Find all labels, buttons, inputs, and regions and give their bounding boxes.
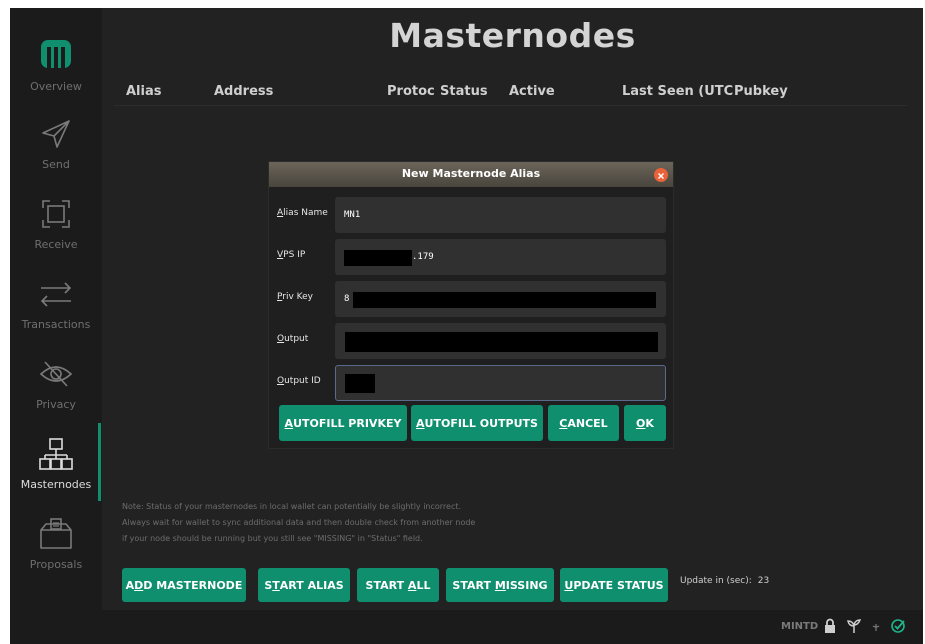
unit-selector[interactable]: MINTD [781, 621, 818, 632]
send-icon [42, 120, 70, 148]
start-missing-button[interactable]: START M ISSING [446, 568, 554, 602]
sidebar-item-send[interactable]: Send [10, 98, 102, 178]
close-button[interactable] [654, 168, 668, 182]
status-bar: MINTD [10, 610, 923, 644]
autofill-privkey-button[interactable]: A UTOFILL PRIVKEY [279, 405, 407, 441]
masternodes-table-header: Alias Address Protoc Status Active Last … [114, 84, 907, 106]
redaction-block [353, 292, 656, 308]
new-masternode-dialog: New Masternode Alias Alias Name MN1 VPS … [268, 161, 674, 449]
alias-name-label: Alias Name [277, 208, 328, 218]
tor-icon [872, 624, 880, 631]
sidebar-item-proposals[interactable]: Proposals [10, 498, 102, 578]
lock-icon[interactable] [822, 618, 838, 634]
receive-icon [42, 200, 70, 228]
update-countdown-value: 23 [757, 576, 770, 586]
note-line: Always wait for wallet to sync additiona… [122, 518, 476, 527]
sidebar-item-label: Proposals [29, 558, 83, 571]
sidebar-item-transactions[interactable]: Transactions [10, 258, 102, 338]
alias-name-field[interactable]: MN1 [335, 197, 666, 233]
redaction-block [344, 250, 412, 266]
sidebar-item-masternodes[interactable]: Masternodes [10, 418, 102, 498]
priv-key-label: Priv Key [277, 292, 313, 302]
wallet-window: Overview Send Receive Transactions Priva… [10, 8, 923, 644]
redaction-block [345, 374, 375, 393]
redaction-block [345, 332, 658, 352]
add-masternode-button[interactable]: ADD MASTERNODE [122, 568, 246, 602]
sidebar-item-privacy[interactable]: Privacy [10, 338, 102, 418]
sidebar-item-label: Transactions [21, 318, 91, 331]
sidebar-item-overview[interactable]: Overview [10, 18, 102, 98]
autofill-outputs-button[interactable]: A UTOFILL OUTPUTS [411, 405, 543, 441]
transactions-icon [40, 282, 72, 307]
column-active[interactable]: Active [509, 84, 555, 99]
synced-check-icon [891, 619, 905, 633]
ok-button[interactable]: OK [624, 405, 666, 441]
sidebar: Overview Send Receive Transactions Priva… [10, 8, 102, 610]
sidebar-item-label: Overview [30, 80, 82, 93]
priv-key-value: 8 [344, 294, 350, 304]
privacy-eye-icon [39, 361, 73, 387]
sidebar-item-label: Send [42, 158, 70, 171]
logo-icon [41, 40, 71, 68]
page-title: Masternodes [389, 16, 636, 55]
close-icon [658, 173, 664, 179]
column-pubkey[interactable]: Pubkey [734, 84, 788, 99]
output-field[interactable] [335, 323, 666, 359]
column-protocol[interactable]: Protoc [387, 84, 435, 99]
output-label: Output [277, 334, 309, 344]
column-last-seen[interactable]: Last Seen (UTC [622, 84, 733, 99]
status-notes: Note: Status of your masternodes in loca… [122, 499, 622, 547]
cancel-button[interactable]: C ANCEL [548, 405, 619, 441]
start-all-button[interactable]: START A LL [357, 568, 439, 602]
sidebar-item-label: Privacy [36, 398, 76, 411]
vps-ip-value: .179 [412, 252, 434, 262]
masternodes-icon [39, 438, 73, 470]
sidebar-item-label: Receive [34, 238, 78, 251]
update-status-button[interactable]: U PDATE STATUS [560, 568, 668, 602]
note-line: if your node should be running but you s… [122, 534, 423, 543]
vps-ip-field[interactable]: .179 [335, 239, 666, 275]
column-alias[interactable]: Alias [126, 84, 161, 99]
dialog-titlebar[interactable]: New Masternode Alias [269, 162, 673, 187]
priv-key-field[interactable]: 8 [335, 281, 666, 317]
sidebar-item-label: Masternodes [20, 478, 92, 491]
vps-ip-label: VPS IP [277, 250, 306, 260]
active-indicator [98, 423, 101, 501]
sidebar-item-receive[interactable]: Receive [10, 178, 102, 258]
alias-name-value: MN1 [344, 210, 361, 220]
proposals-icon [40, 518, 72, 549]
update-countdown: Update in (sec): 23 [680, 576, 770, 586]
column-status[interactable]: Status [440, 84, 488, 99]
output-id-field[interactable] [335, 365, 666, 401]
staking-icon [847, 619, 862, 633]
dialog-title: New Masternode Alias [401, 167, 541, 180]
start-alias-button[interactable]: S T ART ALIAS [258, 568, 350, 602]
column-address[interactable]: Address [214, 84, 273, 99]
output-id-label: Output ID [277, 376, 321, 386]
note-line: Note: Status of your masternodes in loca… [122, 502, 462, 511]
